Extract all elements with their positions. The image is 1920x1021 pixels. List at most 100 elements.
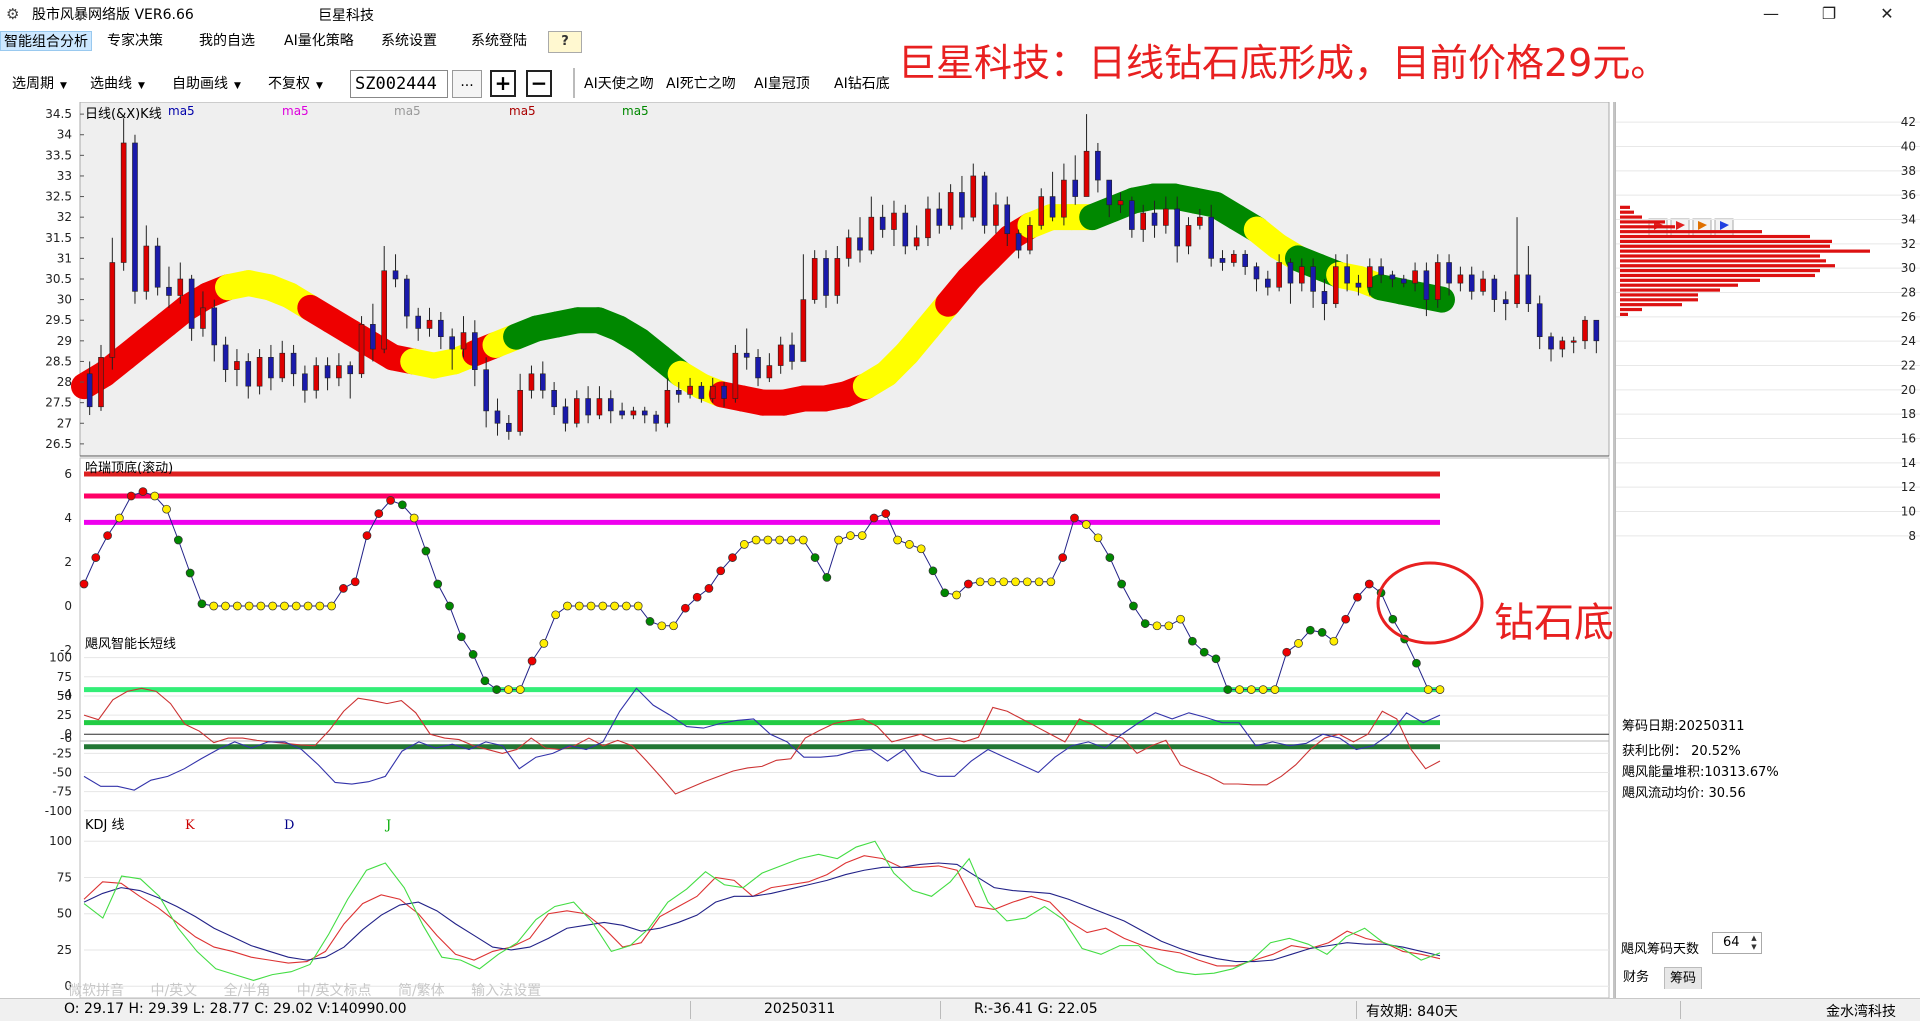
menu-watchlist[interactable]: 我的自选: [196, 31, 258, 51]
candle-body: [177, 278, 184, 296]
osc-point: [739, 540, 749, 549]
osc-point: [221, 601, 230, 611]
candle-body: [1468, 274, 1475, 292]
osc-point: [975, 577, 985, 587]
ai-death-kiss-button[interactable]: AI死亡之吻: [666, 74, 736, 94]
osc-point: [1364, 579, 1374, 589]
ime-lang: 中/英文: [150, 983, 198, 999]
candle-body: [1265, 278, 1271, 288]
osc-point: [138, 487, 148, 496]
ai-angel-kiss-button[interactable]: AI天使之吻: [584, 74, 654, 94]
right-y-tick-label: 28: [1901, 286, 1916, 300]
candle-body: [1378, 266, 1384, 276]
menu-system-login[interactable]: 系统登陆: [468, 31, 530, 51]
osc-point: [999, 577, 1009, 587]
zoom-out-button[interactable]: −: [526, 70, 552, 97]
candle-body: [596, 398, 603, 416]
candle-body: [358, 324, 365, 375]
chip-bar: [1620, 278, 1760, 282]
osc-point: [1258, 685, 1268, 694]
curve-dropdown[interactable]: 选曲线 ▼: [90, 74, 145, 94]
ohlcv-readout: O: 29.17 H: 29.39 L: 28.77 C: 29.02 V:14…: [64, 1001, 407, 1017]
menu-smart-analysis[interactable]: 智能组合分析: [0, 31, 92, 51]
ls-y-tick-label: -25: [52, 746, 72, 760]
osc-point: [1070, 513, 1079, 523]
spinner-icon[interactable]: ▲ ▼: [1748, 934, 1760, 952]
osc-point: [398, 500, 407, 510]
price-y-tick-label: 27: [57, 416, 72, 430]
price-y-tick-label: 34: [57, 128, 72, 142]
candle-body: [234, 361, 240, 370]
osc-point: [1435, 685, 1445, 694]
osc-point: [162, 504, 171, 514]
menu-system-settings[interactable]: 系统设置: [378, 31, 440, 51]
zoom-in-button[interactable]: +: [490, 70, 516, 97]
osc-point: [232, 601, 242, 611]
candle-body: [1570, 340, 1577, 343]
osc-point: [1188, 636, 1197, 646]
stock-code-input[interactable]: SZ002444: [350, 70, 448, 98]
tab-finance[interactable]: 财务: [1618, 967, 1654, 989]
legend-ma5-1: ma5: [168, 104, 195, 118]
menu-ai-strategy[interactable]: AI量化策略: [281, 31, 357, 51]
right-y-tick-label: 34: [1901, 213, 1916, 227]
ime-width: 全/半角: [223, 983, 271, 999]
tab-chips[interactable]: 筹码: [1664, 967, 1703, 989]
close-button[interactable]: ✕: [1864, 0, 1910, 28]
stock-chart[interactable]: 34.5 34 33.5 33 32.5 32 31.5 31 30.5 30 29.5 29 28.5…: [4, 102, 1615, 998]
osc-point: [362, 531, 372, 540]
osc-point: [374, 509, 384, 518]
more-button[interactable]: ...: [452, 70, 482, 98]
osc-point: [763, 535, 773, 545]
chip-bar: [1620, 264, 1835, 268]
candle-body: [641, 410, 648, 416]
ime-settings: 输入法设置: [471, 983, 542, 999]
candle-body: [120, 142, 127, 263]
ai-crown-top-button[interactable]: AI皇冠顶: [754, 74, 810, 94]
candle-body: [1004, 204, 1011, 234]
kdj-y-tick-label: 75: [57, 870, 72, 884]
candle-body: [1400, 278, 1407, 284]
osc-point: [504, 685, 513, 694]
osc-point: [586, 601, 596, 611]
period-dropdown[interactable]: 选周期 ▼: [12, 74, 67, 94]
candle-body: [1083, 150, 1090, 197]
candle-body: [154, 245, 161, 288]
osc-point: [681, 603, 690, 613]
candle-body: [1287, 262, 1294, 284]
candle-body: [528, 373, 535, 391]
right-y-tick-label: 32: [1901, 237, 1916, 251]
candle-body: [721, 385, 727, 399]
profit-ratio: 获利比例： 20.52%: [1622, 744, 1741, 759]
chip-days-input[interactable]: 64 ▲ ▼: [1712, 932, 1762, 954]
adjust-dropdown[interactable]: 不复权 ▼: [268, 74, 323, 94]
candle-body: [1525, 274, 1532, 305]
minimize-button[interactable]: —: [1748, 0, 1794, 28]
ls-y-tick-label: 50: [57, 689, 72, 703]
candle-body: [1095, 150, 1101, 181]
osc-point: [1388, 614, 1398, 624]
chip-tool-button: [1692, 218, 1712, 238]
right-y-tick-label: 12: [1901, 480, 1916, 494]
candle-body: [381, 270, 388, 350]
osc-point: [185, 568, 195, 578]
chevron-down-icon: ▼: [316, 81, 323, 91]
candle-body: [245, 361, 252, 387]
candle-body: [1061, 179, 1067, 218]
kdj-y-tick-label: 50: [57, 907, 72, 921]
restore-button[interactable]: ❐: [1806, 0, 1852, 28]
chip-distribution: 42 40 38 36 34 32 30 28 26 24 22 20 18 16 14 12 10 8: [1616, 115, 1920, 543]
help-button[interactable]: ?: [548, 31, 582, 53]
ai-diamond-bottom-button[interactable]: AI钻石底: [834, 74, 890, 94]
osc-point: [291, 601, 301, 611]
osc-point: [751, 535, 761, 545]
osc-point: [563, 601, 572, 611]
osc-point: [987, 577, 997, 587]
menu-expert-decision[interactable]: 专家决策: [104, 31, 166, 51]
chevron-down-icon: ▼: [138, 81, 145, 91]
draw-dropdown[interactable]: 自助画线 ▼: [172, 74, 241, 94]
candle-body: [132, 142, 138, 292]
price-y-tick-label: 33: [57, 169, 72, 183]
candle-body: [143, 245, 150, 292]
osc-point: [433, 579, 443, 589]
